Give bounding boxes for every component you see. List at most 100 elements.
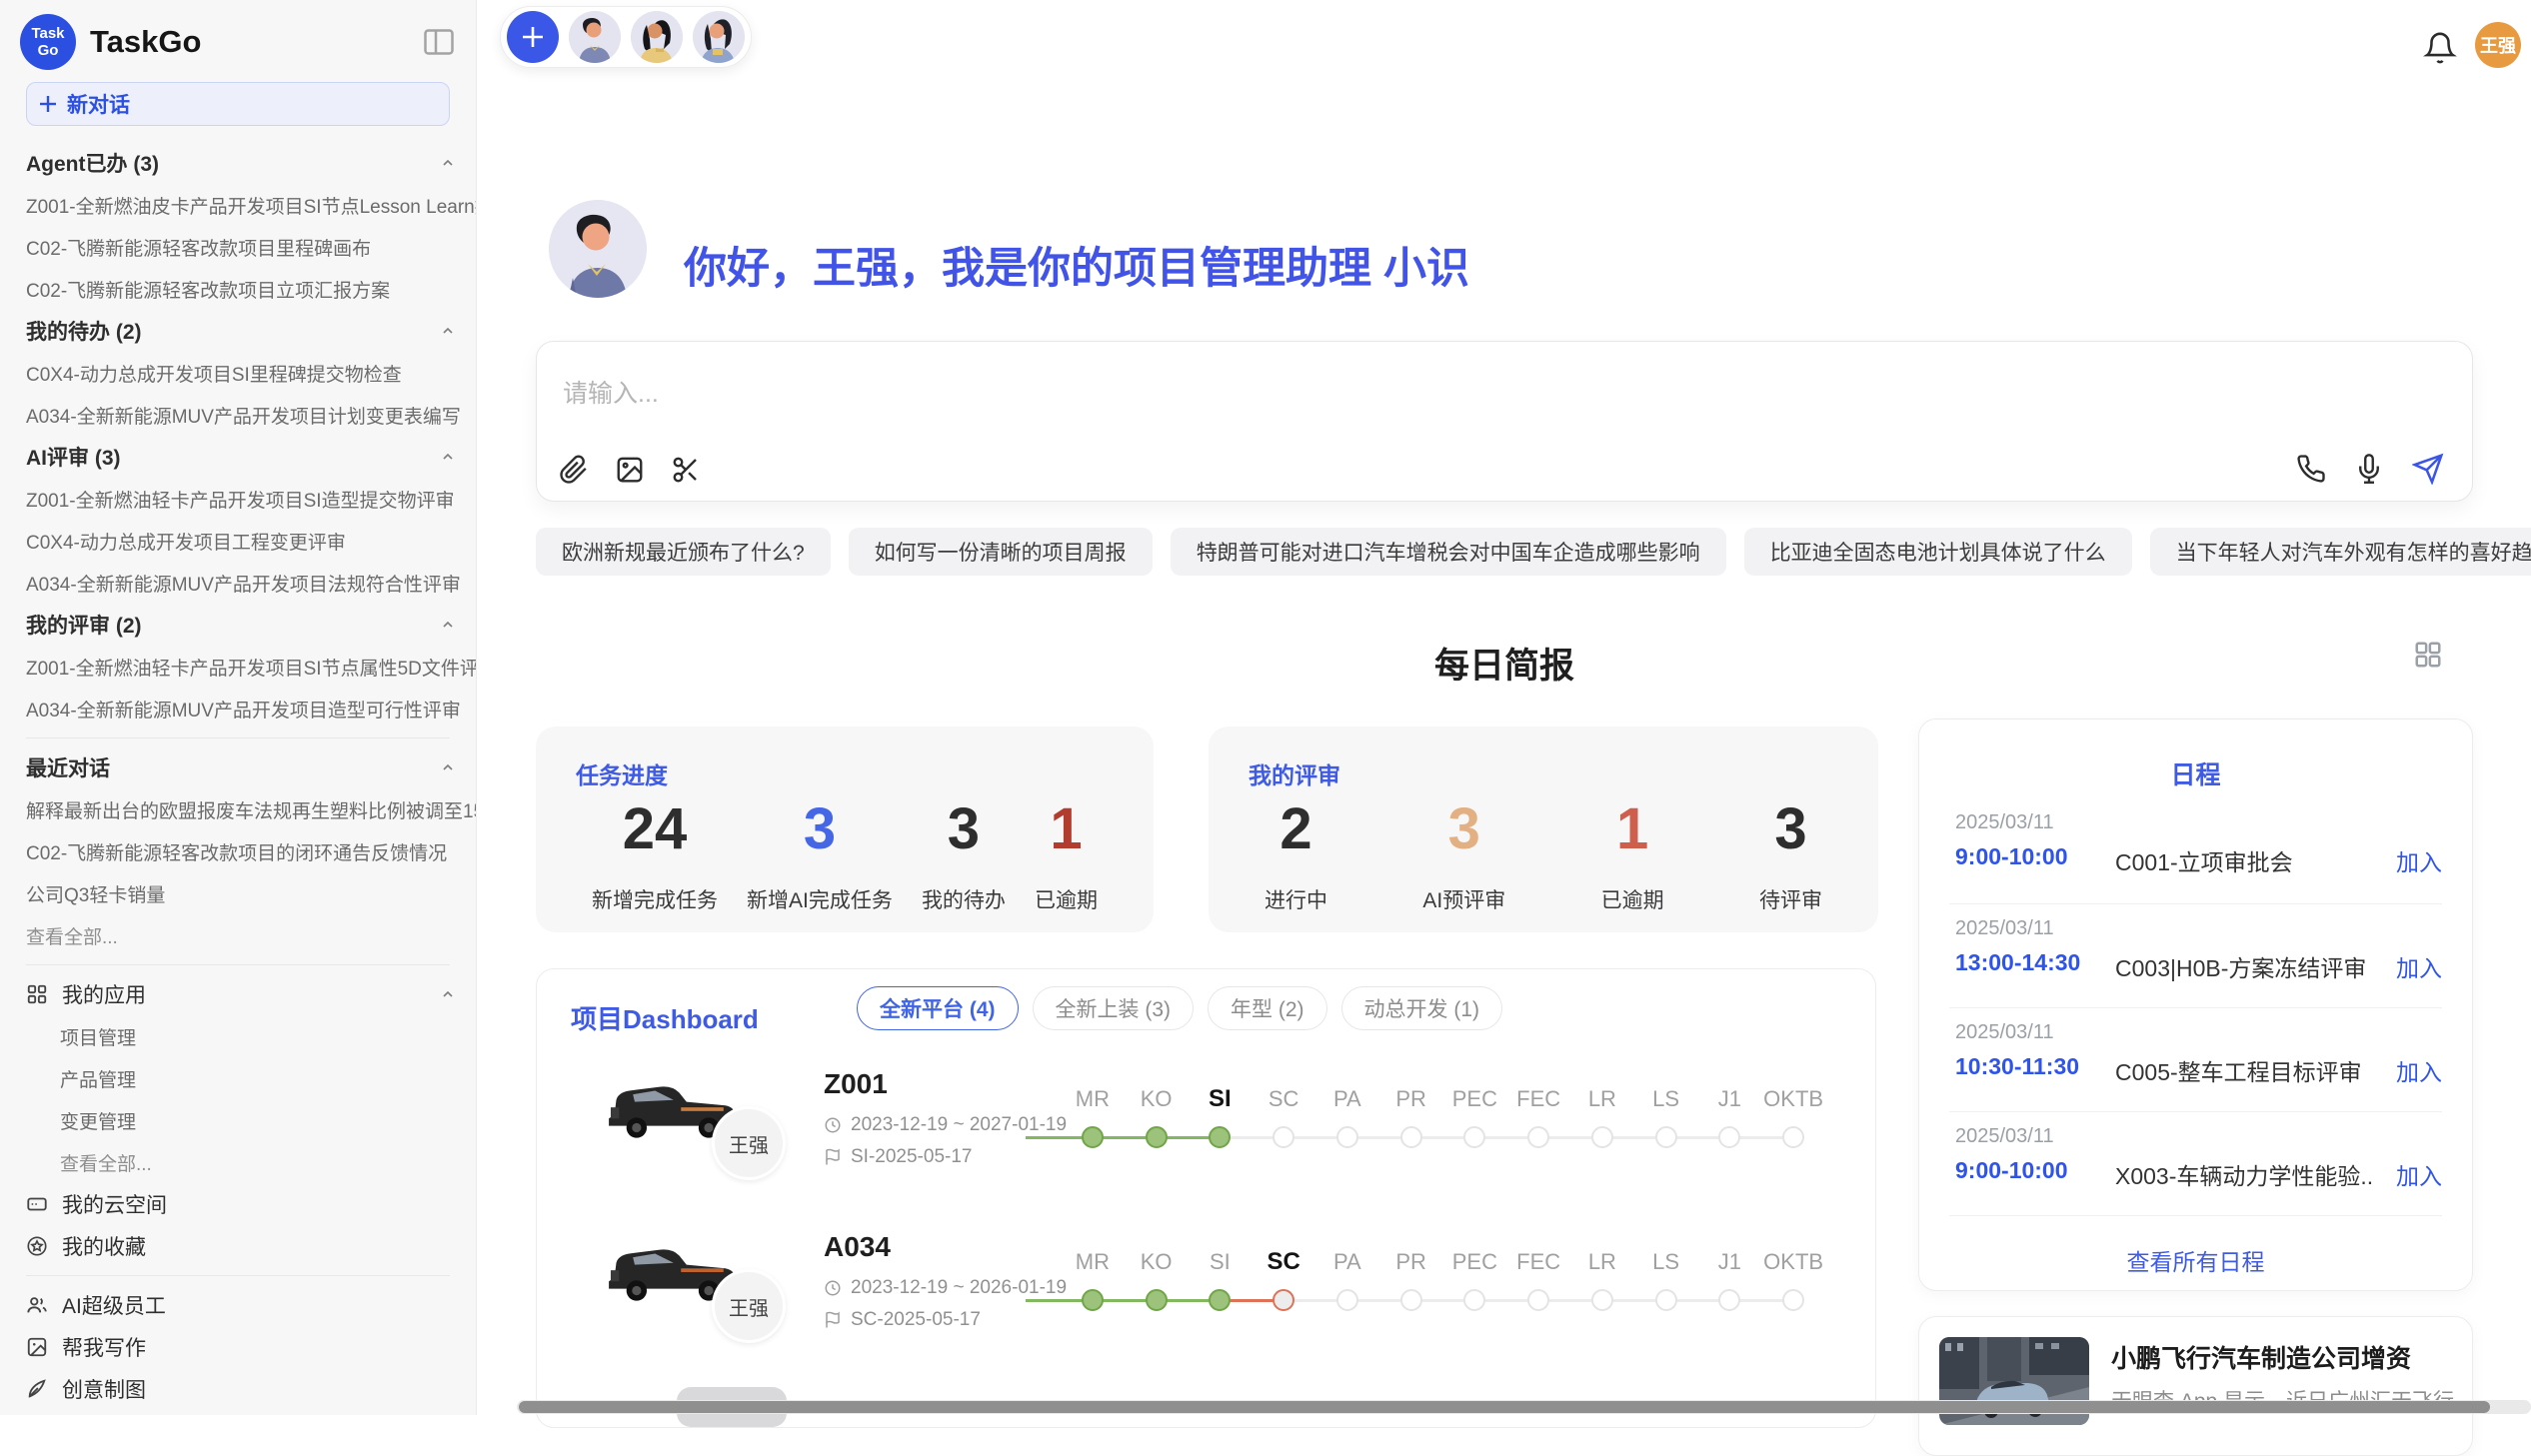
section-my-todo[interactable]: 我的待办 (2) [26,310,476,352]
date-range: 2023-12-19 ~ 2027-01-19 [851,1114,1067,1136]
sidebar-list: Agent已办 (3) Z001-全新燃油皮卡产品开发项目SI节点Lesson … [0,142,476,1410]
sidebar-item-my-apps[interactable]: 我的应用 [26,973,476,1015]
composer-placeholder[interactable]: 请输入... [563,374,659,410]
image-upload-icon[interactable] [615,455,645,485]
chevron-up-icon[interactable] [440,323,456,339]
app-item-project-mgmt[interactable]: 项目管理 [26,1015,476,1057]
attachment-icon[interactable] [559,455,589,485]
event-time: 9:00-10:00 [1955,1157,2068,1184]
microphone-icon[interactable] [2354,454,2384,484]
date-range: 2023-12-19 ~ 2026-01-19 [851,1277,1067,1299]
view-all-apps[interactable]: 查看全部... [26,1141,476,1183]
project-row[interactable]: 王强 Z001 2023-12-19 ~ 2027-01-19 SI-2025-… [537,1064,1875,1214]
send-icon[interactable] [2412,453,2444,485]
member-avatar[interactable] [693,11,745,63]
divider [26,964,450,965]
section-label: 最近对话 [26,752,110,782]
chevron-up-icon[interactable] [440,617,456,633]
new-chat-button[interactable]: 新对话 [26,82,450,126]
flag-label: SI-2025-05-17 [851,1146,972,1168]
divider [1949,1111,2442,1112]
tab-year-model[interactable]: 年型 (2) [1208,986,1327,1030]
section-my-review[interactable]: 我的评审 (2) [26,604,476,646]
join-link[interactable]: 加入 [2396,1053,2442,1087]
sidebar-item[interactable]: A034-全新新能源MUV产品开发项目法规符合性评审 [26,562,476,604]
voice-call-icon[interactable] [2296,454,2326,484]
news-card[interactable]: 小鹏飞行汽车制造公司增资 天眼查 App 显示，近日广州汇天飞行汽... [1918,1316,2473,1456]
sidebar-item[interactable]: C02-飞腾新能源轻客改款项目立项汇报方案 [26,268,476,310]
join-link[interactable]: 加入 [2396,843,2442,877]
section-ai-review[interactable]: AI评审 (3) [26,436,476,478]
view-all-chats[interactable]: 查看全部... [26,914,476,956]
tab-new-body[interactable]: 全新上装 (3) [1033,986,1195,1030]
join-link[interactable]: 加入 [2396,949,2442,983]
sidebar-item[interactable]: Z001-全新燃油轻卡产品开发项目SI节点属性5D文件评审 [26,646,476,688]
sidebar-item[interactable]: A034-全新新能源MUV产品开发项目计划变更表编写 [26,394,476,436]
recent-chat-item[interactable]: 公司Q3轻卡销量 [26,872,476,914]
tab-powertrain[interactable]: 动总开发 (1) [1341,986,1503,1030]
flag-icon [824,1311,842,1329]
stat-label: AI预评审 [1422,884,1505,914]
suggestion-chip[interactable]: 比亚迪全固态电池计划具体说了什么 [1744,528,2132,576]
team-pill [500,6,752,68]
user-avatar[interactable]: 王强 [2475,22,2521,68]
app-item-product-mgmt[interactable]: 产品管理 [26,1057,476,1099]
sidebar-item[interactable]: Z001-全新燃油皮卡产品开发项目SI节点Lesson Learn报告 [26,184,476,226]
stat-review-overdue: 1 已逾期 [1601,800,1664,914]
sidebar-item-ai-employee[interactable]: AI超级员工 [26,1284,476,1326]
message-composer[interactable]: 请输入... [536,341,2473,502]
app-item-change-mgmt[interactable]: 变更管理 [26,1099,476,1141]
divider [26,1275,450,1276]
sidebar-item-creative-draw[interactable]: 创意制图 [26,1368,476,1410]
suggestion-chip[interactable]: 当下年轻人对汽车外观有怎样的喜好趋势 [2150,528,2531,576]
sidebar-item-cloud-space[interactable]: 我的云空间 [26,1183,476,1225]
section-agent-done[interactable]: Agent已办 (3) [26,142,476,184]
app-title: TaskGo [90,24,422,60]
sidebar-item[interactable]: Z001-全新燃油轻卡产品开发项目SI造型提交物评审 [26,478,476,520]
suggestion-chip[interactable]: 如何写一份清晰的项目周报 [849,528,1153,576]
chevron-up-icon[interactable] [440,759,456,775]
suggestion-chip[interactable]: 特朗普可能对进口汽车增税会对中国车企造成哪些影响 [1171,528,1726,576]
sidebar-item-help-write[interactable]: 帮我写作 [26,1326,476,1368]
suggestion-chip[interactable]: 欧洲新规最近颁布了什么? [536,528,831,576]
collapse-sidebar-button[interactable] [422,27,456,57]
sidebar-item[interactable]: C02-飞腾新能源轻客改款项目里程碑画布 [26,226,476,268]
layout-grid-icon[interactable] [2413,640,2443,670]
assistant-greeting: 你好，王强，我是你的项目管理助理 小识 [684,234,1469,296]
chevron-up-icon[interactable] [440,449,456,465]
recent-chat-item[interactable]: 解释最新出台的欧盟报废车法规再生塑料比例被调至15%... [26,788,476,830]
horizontal-scrollbar-track[interactable] [517,1400,2531,1414]
add-member-button[interactable] [507,11,559,63]
member-avatar[interactable] [631,11,683,63]
cloud-drive-icon [26,1193,48,1215]
panel-icon [424,29,454,55]
project-dates: 2023-12-19 ~ 2026-01-19 [824,1277,1067,1299]
stat-ai-prereview: 3 AI预评审 [1422,800,1505,914]
stat-my-todo: 3 我的待办 [922,800,1006,914]
chevron-up-icon[interactable] [440,155,456,171]
quill-pen-icon [26,1378,48,1400]
notification-bell-icon[interactable] [2423,30,2457,66]
screenshot-scissors-icon[interactable] [671,455,701,485]
recent-chat-item[interactable]: C02-飞腾新能源轻客改款项目的闭环通告反馈情况 [26,830,476,872]
daily-brief-title: 每日简报 [536,638,2473,689]
event-date: 2025/03/11 [1955,1021,2054,1044]
sidebar-item-favorites[interactable]: 我的收藏 [26,1225,476,1267]
composer-left-tools [559,455,701,485]
chevron-up-icon[interactable] [440,986,456,1002]
stat-value: 3 [747,800,893,858]
view-all-schedule-link[interactable]: 查看所有日程 [1919,1243,2472,1277]
stat-label: 新增完成任务 [592,884,718,914]
horizontal-scrollbar-thumb[interactable] [519,1401,2490,1413]
sidebar-item[interactable]: A034-全新新能源MUV产品开发项目造型可行性评审 [26,688,476,729]
project-row[interactable]: 王强 A034 2023-12-19 ~ 2026-01-19 SC-2025-… [537,1227,1875,1377]
sidebar-item[interactable]: C0X4-动力总成开发项目工程变更评审 [26,520,476,562]
dashboard-title: 项目Dashboard [571,999,759,1036]
section-label: AI评审 (3) [26,442,121,472]
join-link[interactable]: 加入 [2396,1157,2442,1191]
project-flag-node: SI-2025-05-17 [824,1146,972,1168]
tab-new-platform[interactable]: 全新平台 (4) [857,986,1019,1030]
sidebar-item[interactable]: C0X4-动力总成开发项目SI里程碑提交物检查 [26,352,476,394]
section-recent-chats[interactable]: 最近对话 [26,746,476,788]
member-avatar[interactable] [569,11,621,63]
